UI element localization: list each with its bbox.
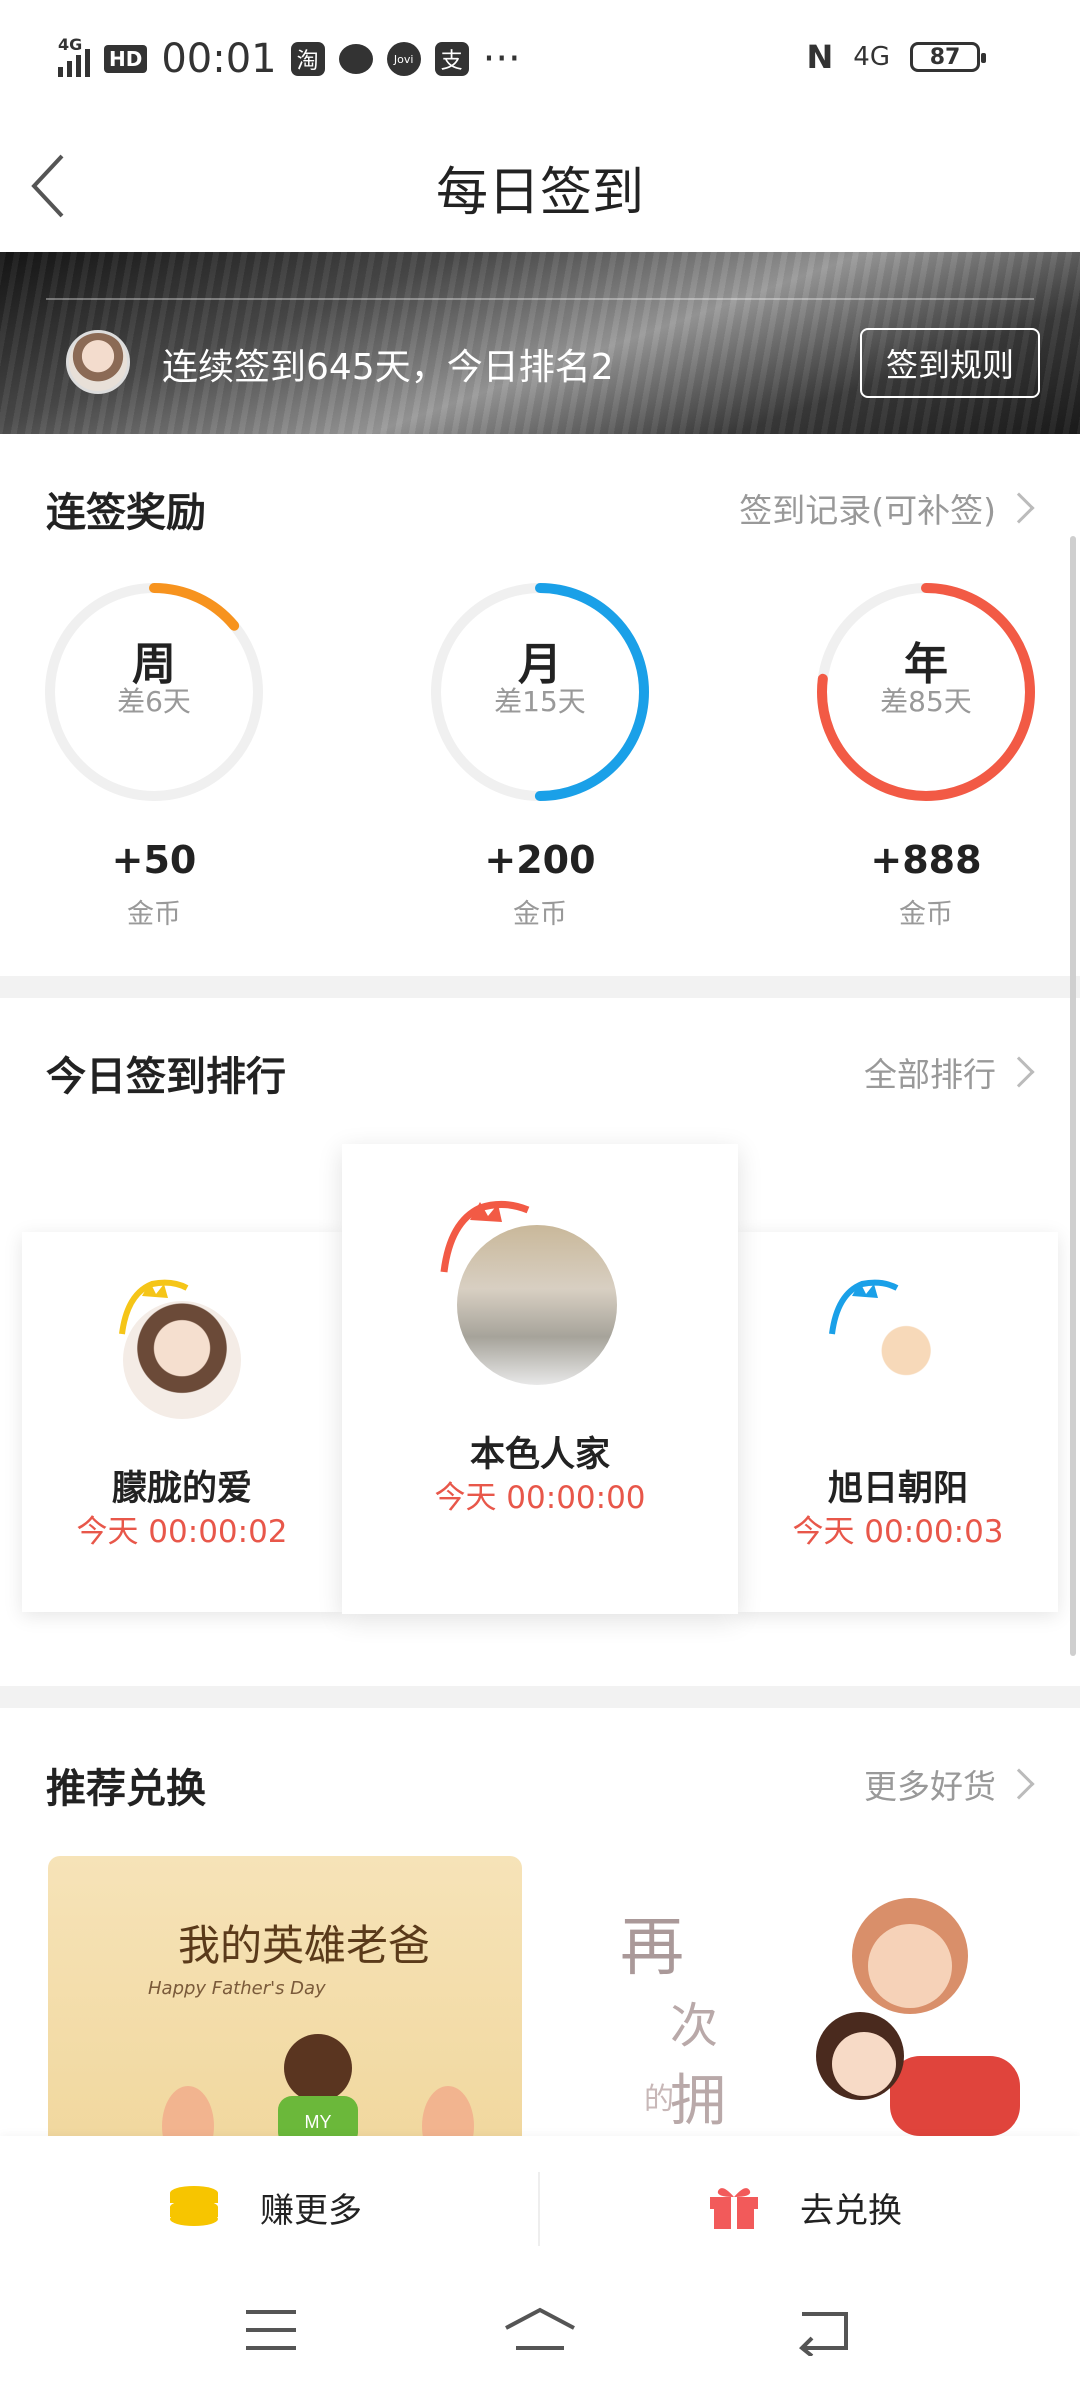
weekly-reward: +50 金币 xyxy=(34,838,274,931)
weekly-reward-ring: 周 差6天 xyxy=(34,572,274,812)
yearly-reward-amount: +888 xyxy=(870,838,982,882)
scrollbar[interactable] xyxy=(1070,536,1076,1656)
checkin-record-label: 签到记录(可补签) xyxy=(739,491,996,530)
weekly-remaining: 差6天 xyxy=(117,685,191,718)
section-divider xyxy=(0,976,1080,998)
system-nav-bar xyxy=(0,2278,1080,2408)
chevron-right-icon xyxy=(1003,1768,1035,1800)
user-avatar[interactable] xyxy=(66,330,130,394)
rank-1-time: 今天 00:00:00 xyxy=(434,1480,646,1516)
recommend-title: 推荐兑换 xyxy=(46,1766,206,1812)
taobao-icon: 淘 xyxy=(290,42,325,76)
battery-level: 87 xyxy=(929,44,961,70)
rank-3-name: 旭日朝阳 xyxy=(827,1469,968,1509)
rank-2-avatar xyxy=(120,1298,244,1422)
all-ranking-label: 全部排行 xyxy=(864,1055,996,1094)
more-goods-label: 更多好货 xyxy=(864,1767,996,1806)
battery-icon: 87 xyxy=(910,42,986,72)
status-bar-right: N 4G 87 xyxy=(806,38,986,76)
recommend-item-2-glyph-4: 拥 xyxy=(670,2069,726,2134)
weekly-reward-amount: +50 xyxy=(111,838,197,882)
section-divider xyxy=(0,1686,1080,1708)
checkin-record-link[interactable]: 签到记录(可补签) xyxy=(739,484,1035,532)
monthly-reward-amount: +200 xyxy=(484,838,596,882)
recommend-item-1[interactable]: 我的英雄老爸 Happy Father's Day MY xyxy=(48,1856,522,2136)
menu-icon[interactable] xyxy=(244,2308,298,2352)
jovi-icon: Jovi xyxy=(386,42,421,76)
redeem-button[interactable]: 去兑换 xyxy=(708,2136,902,2278)
recommend-item-2-glyph-1: 再 xyxy=(620,1911,684,1985)
rank-1-name: 本色人家 xyxy=(469,1435,610,1475)
chevron-right-icon xyxy=(1003,1056,1035,1088)
recommend-item-2-glyph-2: 次 xyxy=(670,1998,719,2054)
yearly-reward-ring: 年 差85天 xyxy=(806,572,1046,812)
monthly-reward-ring: 月 差15天 xyxy=(420,572,660,812)
status-bar-left: 4G HD 00:01 淘 Jovi 支 ··· xyxy=(58,35,521,82)
rank-1-avatar xyxy=(454,1222,620,1388)
rank-2-time: 今天 00:00:02 xyxy=(76,1514,288,1550)
streak-summary: 连续签到645天，今日排名2 xyxy=(162,347,614,388)
earn-more-label: 赚更多 xyxy=(260,2190,362,2231)
yearly-remaining: 差85天 xyxy=(880,685,972,718)
page-title: 每日签到 xyxy=(435,163,644,223)
monthly-reward: +200 金币 xyxy=(420,838,660,931)
nfc-icon: N xyxy=(806,38,834,76)
message-icon xyxy=(338,44,373,74)
bottom-action-bar: 赚更多 去兑换 xyxy=(0,2136,1080,2278)
monthly-reward-unit: 金币 xyxy=(513,899,567,930)
today-ranking-title: 今日签到排行 xyxy=(46,1054,286,1100)
rank-card-1[interactable]: 本色人家 今天 00:00:00 xyxy=(342,1144,738,1614)
alipay-icon: 支 xyxy=(434,42,469,76)
rank-3-time: 今天 00:00:03 xyxy=(792,1514,1004,1550)
father-child-illustration: MY xyxy=(162,2034,474,2136)
gift-icon xyxy=(710,2188,758,2229)
checkin-rules-button[interactable]: 签到规则 xyxy=(860,328,1040,398)
signal-icon: 4G xyxy=(58,35,90,77)
earn-more-button[interactable]: 赚更多 xyxy=(168,2136,362,2278)
item-1-badge: MY xyxy=(305,2112,332,2132)
rank-2-name: 朦胧的爱 xyxy=(111,1469,252,1509)
rank-card-2[interactable]: 朦胧的爱 今天 00:00:02 xyxy=(22,1232,342,1612)
yearly-reward-unit: 金币 xyxy=(899,899,953,930)
back-nav-icon[interactable] xyxy=(794,2306,854,2356)
hd-badge: HD xyxy=(104,45,148,73)
banner-divider xyxy=(46,298,1034,300)
coins-icon xyxy=(170,2186,218,2226)
status-time: 00:01 xyxy=(161,36,277,82)
monthly-remaining: 差15天 xyxy=(494,685,586,718)
all-ranking-link[interactable]: 全部排行 xyxy=(864,1048,1035,1096)
rank-3-avatar xyxy=(830,1298,954,1422)
chevron-right-icon xyxy=(1003,492,1035,524)
weekly-reward-unit: 金币 xyxy=(127,899,181,930)
more-notifications-icon: ··· xyxy=(482,36,521,82)
home-icon[interactable] xyxy=(502,2306,578,2356)
mother-daughter-illustration xyxy=(816,1898,1020,2136)
action-divider xyxy=(538,2172,540,2246)
yearly-reward: +888 金币 xyxy=(806,838,1046,931)
recommend-item-2[interactable]: 再 次 的 拥 xyxy=(560,1856,1032,2136)
more-goods-link[interactable]: 更多好货 xyxy=(864,1760,1035,1808)
title-bar: 每日签到 xyxy=(0,120,1080,250)
streak-rewards-title: 连签奖励 xyxy=(46,490,206,536)
status-bar: 4G HD 00:01 淘 Jovi 支 ··· N 4G 87 xyxy=(0,0,1080,120)
redeem-label: 去兑换 xyxy=(800,2190,902,2231)
recommend-item-1-subtitle: Happy Father's Day xyxy=(148,1978,326,1999)
rank-card-3[interactable]: 旭日朝阳 今天 00:00:03 xyxy=(738,1232,1058,1612)
network-icon: 4G xyxy=(853,42,890,72)
checkin-banner: 连续签到645天，今日排名2 签到规则 xyxy=(0,252,1080,434)
recommend-item-1-title: 我的英雄老爸 xyxy=(178,1921,431,1970)
